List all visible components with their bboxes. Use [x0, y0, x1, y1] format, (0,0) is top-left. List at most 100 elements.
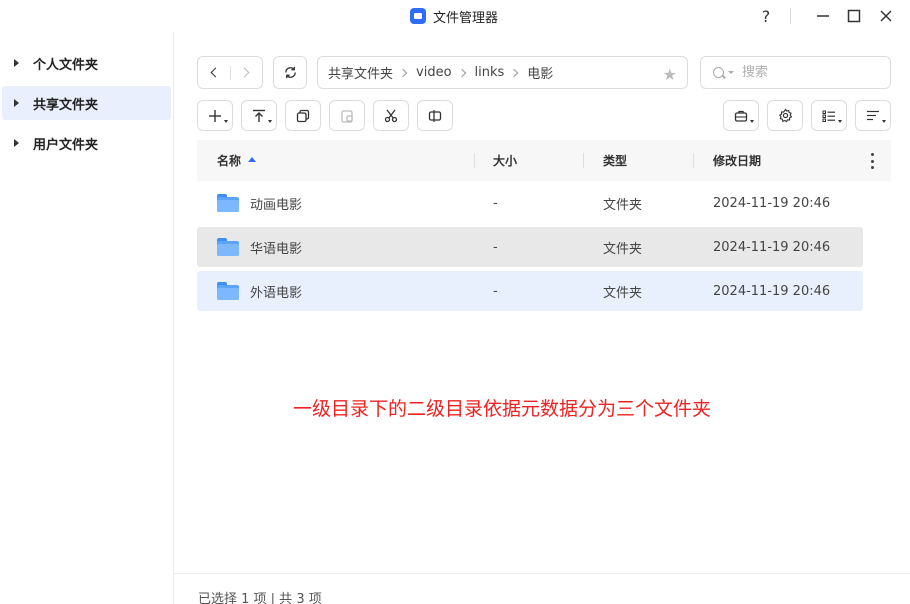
folder-icon: [217, 238, 239, 256]
maximize-button[interactable]: [841, 4, 867, 28]
copy-icon: [296, 109, 310, 122]
selection-status: 已选择 1 项 | 共 3 项: [198, 592, 322, 604]
expand-caret-icon[interactable]: [14, 99, 19, 107]
status-bar: 已选择 1 项 | 共 3 项: [174, 573, 910, 604]
breadcrumb-item-links[interactable]: links: [475, 65, 505, 80]
view-mode-button[interactable]: [811, 100, 847, 131]
file-type: 文件夹: [603, 285, 643, 301]
sort-button[interactable]: [855, 100, 891, 131]
list-view-icon: [822, 110, 835, 122]
file-size: -: [493, 239, 498, 255]
rename-icon: [428, 109, 442, 122]
breadcrumb: 共享文件夹 video links 电影 ★: [317, 56, 688, 89]
paste-button[interactable]: [329, 100, 365, 131]
refresh-icon: [284, 66, 296, 79]
breadcrumb-separator-icon: [510, 68, 519, 77]
column-header-modified[interactable]: 修改日期: [713, 140, 761, 181]
column-header-label: 名称: [217, 154, 242, 168]
close-icon: [880, 10, 892, 22]
tools-button[interactable]: [723, 100, 759, 131]
dropdown-caret-icon: [224, 120, 228, 123]
file-type: 文件夹: [603, 197, 643, 213]
breadcrumb-item-video[interactable]: video: [416, 65, 452, 80]
file-table-header: 名称 大小 类型 修改日期: [197, 140, 891, 181]
plus-icon: [209, 109, 221, 122]
dropdown-caret-icon: [882, 120, 886, 123]
table-row[interactable]: 动画电影 - 文件夹 2024-11-19 20:46: [197, 183, 863, 223]
paste-icon: [341, 109, 353, 123]
file-manager-logo-icon: [410, 8, 426, 24]
chevron-left-icon: [210, 67, 221, 78]
sidebar-item-personal-folder[interactable]: 个人文件夹: [2, 46, 171, 80]
help-button[interactable]: ?: [753, 4, 779, 28]
file-name-cell: 华语电影: [217, 227, 302, 267]
table-row[interactable]: 华语电影 - 文件夹 2024-11-19 20:46: [197, 227, 863, 267]
forward-button[interactable]: [230, 57, 262, 88]
column-divider[interactable]: [583, 153, 584, 168]
search-input[interactable]: [742, 65, 872, 80]
file-type: 文件夹: [603, 241, 643, 257]
sidebar-item-label: 共享文件夹: [33, 97, 99, 113]
breadcrumb-separator-icon: [398, 68, 408, 77]
file-modified: 2024-11-19 20:46: [713, 195, 831, 211]
upload-icon: [253, 109, 265, 122]
favorite-star-icon[interactable]: ★: [663, 65, 677, 84]
breadcrumb-item-shared-folder[interactable]: 共享文件夹: [328, 63, 393, 82]
titlebar-divider: [790, 8, 791, 24]
dropdown-caret-icon: [750, 120, 754, 123]
maximize-icon: [847, 9, 861, 23]
minimize-icon: [817, 15, 829, 17]
file-name: 华语电影: [250, 241, 303, 257]
history-nav: [197, 56, 263, 89]
table-row[interactable]: 外语电影 - 文件夹 2024-11-19 20:46: [197, 271, 863, 311]
column-header-name[interactable]: 名称: [217, 140, 257, 181]
title-bar: 文件管理器 ?: [0, 0, 910, 32]
chevron-right-icon: [239, 67, 250, 78]
breadcrumb-separator-icon: [457, 68, 466, 77]
cut-button[interactable]: [373, 100, 409, 131]
copy-button[interactable]: [285, 100, 321, 131]
dropdown-caret-icon: [268, 120, 272, 123]
column-options-more-icon[interactable]: [870, 153, 874, 169]
breadcrumb-item-movies[interactable]: 电影: [527, 63, 553, 82]
column-divider[interactable]: [474, 153, 475, 168]
scissors-icon: [384, 109, 398, 122]
gear-icon: [778, 108, 792, 123]
file-size: -: [493, 195, 498, 211]
sort-ascending-icon: [248, 157, 257, 162]
file-name: 动画电影: [250, 197, 303, 213]
column-header-size[interactable]: 大小: [493, 140, 517, 181]
file-modified: 2024-11-19 20:46: [713, 283, 831, 299]
search-box: [700, 56, 891, 89]
sort-icon: [867, 110, 879, 120]
upload-button[interactable]: [241, 100, 277, 131]
annotation-text: 一级目录下的二级目录依据元数据分为三个文件夹: [293, 398, 712, 420]
expand-caret-icon[interactable]: [14, 59, 19, 67]
search-options-caret-icon[interactable]: [728, 71, 734, 74]
sidebar: 个人文件夹 共享文件夹 用户文件夹: [0, 32, 174, 604]
column-divider[interactable]: [693, 153, 694, 168]
file-name-cell: 外语电影: [217, 271, 302, 311]
refresh-button[interactable]: [273, 56, 307, 89]
column-header-type[interactable]: 类型: [603, 140, 627, 181]
app-title: 文件管理器: [410, 6, 498, 26]
sidebar-item-user-folder[interactable]: 用户文件夹: [2, 126, 171, 160]
dropdown-caret-icon: [838, 120, 842, 123]
file-name: 外语电影: [250, 285, 303, 301]
file-modified: 2024-11-19 20:46: [713, 239, 831, 255]
close-button[interactable]: [873, 4, 899, 28]
sidebar-item-label: 个人文件夹: [33, 57, 99, 73]
minimize-button[interactable]: [810, 4, 836, 28]
back-button[interactable]: [198, 57, 230, 88]
expand-caret-icon[interactable]: [14, 139, 19, 147]
sidebar-item-label: 用户文件夹: [33, 137, 99, 153]
file-name-cell: 动画电影: [217, 183, 302, 223]
sidebar-item-shared-folder[interactable]: 共享文件夹: [2, 86, 171, 120]
file-size: -: [493, 283, 498, 299]
folder-icon: [217, 282, 239, 300]
rename-button[interactable]: [417, 100, 453, 131]
new-button[interactable]: [197, 100, 233, 131]
settings-button[interactable]: [767, 100, 803, 131]
search-icon: [713, 67, 724, 78]
briefcase-icon: [734, 110, 748, 122]
